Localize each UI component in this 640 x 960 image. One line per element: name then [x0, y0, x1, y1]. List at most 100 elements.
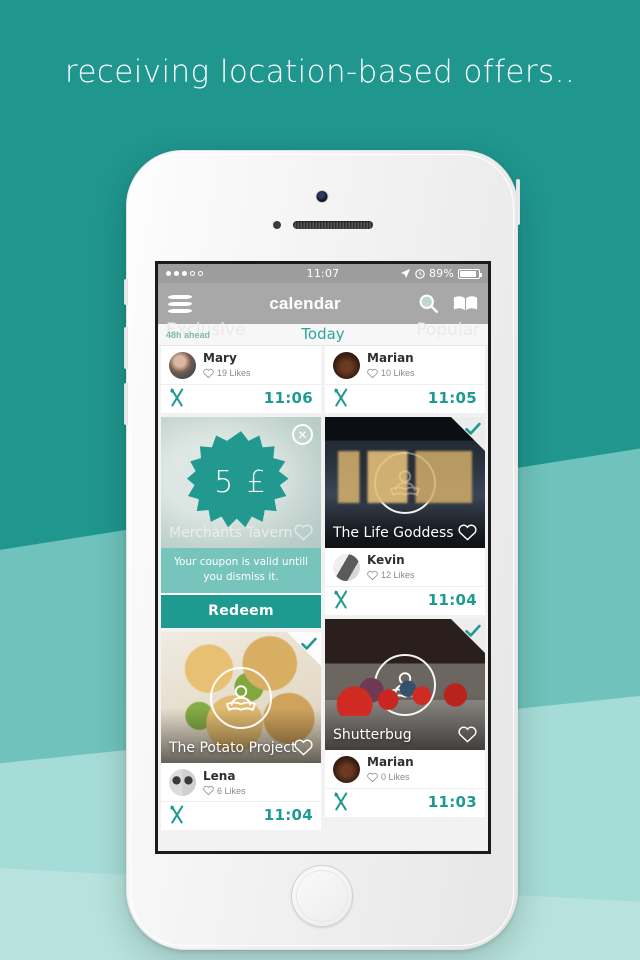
coupon-card[interactable]: ✕ 5 £ Merchants Tavern Your coupon is va… [161, 417, 321, 629]
heart-icon[interactable] [458, 725, 477, 744]
person-name: Kevin [367, 553, 405, 568]
heart-icon[interactable] [367, 570, 378, 581]
coupon-merchant: Merchants Tavern [169, 525, 293, 541]
coupon-value: 5 £ [214, 465, 268, 500]
signal-strength-icon [166, 271, 258, 276]
venue-card[interactable]: The Potato Project Lena 6 Likes 11:04 [161, 632, 321, 831]
heart-icon[interactable] [294, 523, 313, 542]
heart-icon[interactable] [367, 368, 378, 379]
hamburger-icon[interactable] [167, 294, 193, 313]
home-button[interactable] [291, 865, 353, 927]
heart-icon[interactable] [294, 738, 313, 757]
cutlery-icon [334, 590, 348, 609]
venue-card[interactable]: Shutterbug Marian 0 Likes 11:03 [325, 619, 485, 817]
status-bar-time: 11:07 [306, 267, 340, 280]
cutlery-icon [334, 388, 348, 407]
cutlery-icon [170, 805, 184, 825]
page-title: calendar [269, 293, 341, 313]
proximity-sensor-icon [273, 221, 281, 229]
feed-column-right: Marian 10 Likes 11:05 The Life Goddess K… [325, 346, 485, 830]
mute-switch[interactable] [124, 279, 128, 305]
check-icon [465, 624, 481, 637]
likes-text: 0 Likes [381, 772, 410, 783]
likes-count: 12 Likes [367, 570, 415, 581]
close-icon[interactable]: ✕ [292, 424, 313, 445]
likes-count: 6 Likes [203, 785, 246, 796]
page-headline: receiving location-based offers.. [64, 54, 576, 90]
likes-text: 6 Likes [217, 785, 246, 796]
today-label: Today [301, 325, 345, 343]
redeem-button[interactable]: Redeem [161, 593, 321, 629]
coupon-note: Your coupon is valid untill you dismiss … [161, 548, 321, 594]
avatar [333, 756, 360, 783]
volume-up-button[interactable] [124, 327, 128, 369]
checked-badge [287, 632, 321, 667]
card-time: 11:04 [427, 590, 477, 609]
volume-down-button[interactable] [124, 383, 128, 425]
person-name: Lena [203, 768, 236, 783]
time-row: 11:04 [325, 586, 485, 615]
venue-photo: Shutterbug [325, 619, 485, 750]
person-row: Marian 0 Likes [325, 750, 485, 788]
person-reading-icon [210, 666, 272, 729]
avatar [333, 554, 360, 581]
avatar [169, 352, 196, 379]
avatar [169, 769, 196, 797]
cutlery-icon [334, 792, 348, 811]
status-bar-right: 89% [388, 267, 482, 280]
location-arrow-icon [400, 268, 411, 279]
person-reading-icon [374, 451, 436, 514]
venue-name: The Life Goddess [333, 525, 454, 541]
venue-card[interactable]: The Life Goddess Kevin 12 Likes 11:04 [325, 417, 485, 615]
front-camera-icon [316, 191, 328, 202]
person-name: Marian [367, 755, 414, 770]
likes-count: 10 Likes [367, 368, 415, 379]
card-time: 11:04 [263, 805, 313, 824]
heart-icon[interactable] [203, 368, 214, 379]
time-row: 11:04 [161, 801, 321, 830]
day-strip: Exclusive Popular 48h ahead Today [158, 320, 488, 346]
person-row: Mary 19 Likes [161, 346, 321, 384]
time-row: 11:05 [325, 384, 485, 413]
nav-bar: calendar [158, 283, 488, 324]
card-time: 11:06 [263, 388, 313, 407]
cutlery-icon [170, 388, 184, 407]
likes-text: 10 Likes [381, 368, 415, 379]
nav-actions [418, 293, 478, 314]
check-icon [465, 422, 481, 435]
time-row: 11:06 [161, 384, 321, 413]
person-name: Marian [367, 351, 414, 366]
feed-grid: Mary 19 Likes 11:06 ✕ 5 £ Merchants Tave… [158, 346, 488, 831]
person-row: Marian 10 Likes [325, 346, 485, 384]
heart-icon[interactable] [367, 772, 378, 783]
coupon-starburst: 5 £ [187, 429, 295, 537]
avatar [333, 352, 360, 379]
person-name: Mary [203, 351, 237, 366]
venue-name: The Potato Project [169, 740, 297, 757]
check-icon [301, 638, 317, 651]
status-bar: 11:07 89% [158, 264, 488, 283]
search-icon[interactable] [418, 293, 439, 314]
likes-count: 19 Likes [203, 368, 251, 379]
venue-photo: The Life Goddess [325, 417, 485, 548]
list-item[interactable]: Mary 19 Likes 11:06 [161, 346, 321, 413]
phone-screen: 11:07 89% calendar Exclusive Popular 48h… [158, 264, 488, 851]
battery-icon [458, 268, 482, 279]
book-icon[interactable] [453, 294, 478, 313]
likes-text: 12 Likes [381, 570, 415, 581]
likes-text: 19 Likes [217, 368, 251, 379]
time-row: 11:03 [325, 788, 485, 817]
card-time: 11:05 [427, 388, 477, 407]
heart-icon[interactable] [458, 523, 477, 542]
checked-badge [451, 417, 485, 451]
list-item[interactable]: Marian 10 Likes 11:05 [325, 346, 485, 413]
power-button[interactable] [516, 179, 520, 225]
alarm-clock-icon [415, 268, 425, 279]
person-row: Kevin 12 Likes [325, 548, 485, 586]
phone-frame: 11:07 89% calendar Exclusive Popular 48h… [124, 150, 520, 950]
battery-percent: 89% [428, 267, 454, 280]
earpiece-speaker-icon [293, 221, 373, 229]
card-time: 11:03 [427, 792, 477, 811]
checked-badge [451, 619, 485, 653]
heart-icon[interactable] [203, 785, 214, 796]
